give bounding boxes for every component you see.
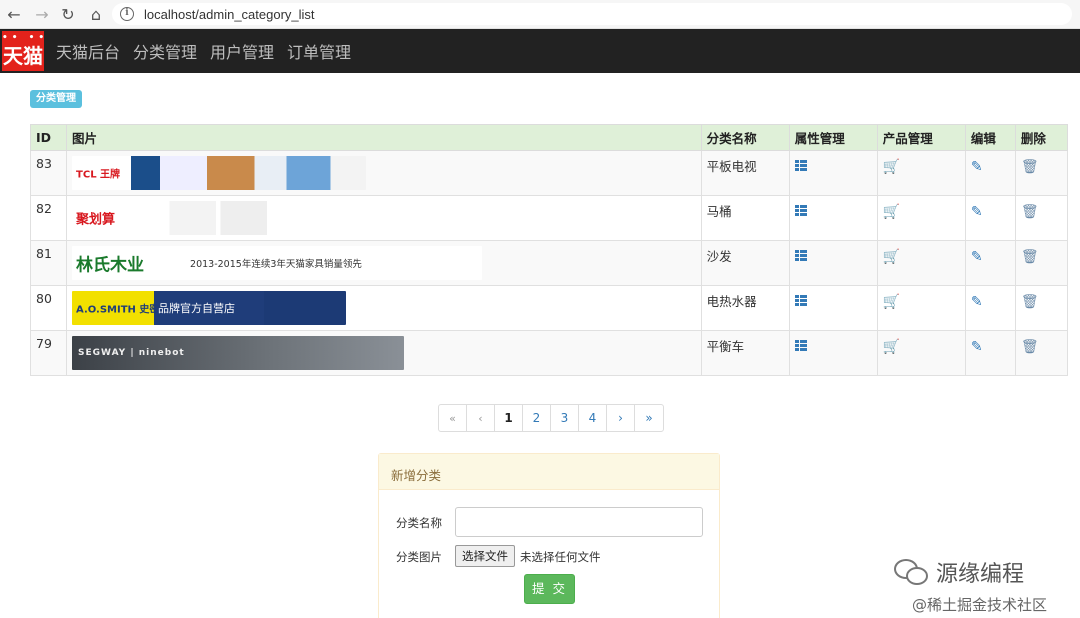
- add-category-panel: 新增分类 分类名称 分类图片 选择文件 未选择任何文件 提 交: [378, 453, 720, 618]
- property-list-icon[interactable]: [794, 160, 807, 171]
- category-table: ID 图片 分类名称 属性管理 产品管理 编辑 删除 83 TCL 王牌 平板电…: [29, 124, 1069, 376]
- nav-item-user[interactable]: 用户管理: [210, 39, 274, 63]
- row-image-cell: 聚划算: [66, 195, 702, 241]
- panel-title: 新增分类: [379, 454, 719, 490]
- pagination-last[interactable]: »: [635, 405, 663, 431]
- category-image: A.O.SMITH 史密斯 品牌官方自营店: [72, 291, 347, 325]
- reload-icon[interactable]: ↻: [58, 4, 78, 24]
- image-subcaption: 品牌官方自营店: [158, 302, 236, 315]
- tmall-logo[interactable]: •• •• 天猫: [2, 31, 44, 71]
- cart-icon[interactable]: 🛒: [883, 295, 900, 309]
- category-image: SEGWAY | ninebot: [72, 336, 405, 370]
- header-id: ID: [29, 124, 68, 151]
- row-category-name: 电热水器: [700, 285, 790, 331]
- trash-icon[interactable]: 🗑: [1021, 160, 1039, 174]
- image-caption: 林氏木业: [76, 255, 145, 276]
- row-image-cell: A.O.SMITH 史密斯 品牌官方自营店: [66, 285, 702, 331]
- pagination: « ‹ 1 2 3 4 › »: [438, 404, 664, 432]
- edit-icon[interactable]: ✎: [971, 160, 983, 174]
- table-row: 79 SEGWAY | ninebot 平衡车 🛒 ✎ 🗑: [29, 330, 1069, 376]
- category-name-input[interactable]: [455, 507, 703, 537]
- image-caption: 聚划算: [76, 212, 116, 228]
- cart-icon[interactable]: 🛒: [883, 205, 900, 219]
- name-label: 分类名称: [396, 516, 442, 530]
- row-category-name: 平衡车: [700, 330, 790, 376]
- property-list-icon[interactable]: [794, 340, 807, 351]
- watermark: 源缘编程: [894, 556, 1024, 588]
- row-id: 80: [29, 285, 68, 331]
- wechat-icon: [894, 559, 928, 585]
- image-caption: TCL 王牌: [76, 169, 121, 181]
- header-image: 图片: [66, 124, 702, 151]
- nav-item-admin-home[interactable]: 天猫后台: [56, 39, 120, 63]
- logo-text: 天猫: [3, 44, 43, 68]
- trash-icon[interactable]: 🗑: [1021, 205, 1039, 219]
- table-row: 83 TCL 王牌 平板电视 🛒 ✎ 🗑: [29, 150, 1069, 196]
- row-category-name: 沙发: [700, 240, 790, 286]
- edit-icon[interactable]: ✎: [971, 295, 983, 309]
- trash-icon[interactable]: 🗑: [1021, 295, 1039, 309]
- pagination-prev[interactable]: ‹: [467, 405, 495, 431]
- pagination-page-4[interactable]: 4: [579, 405, 607, 431]
- row-image-cell: 林氏木业 2013-2015年连续3年天猫家具销量领先: [66, 240, 702, 286]
- site-info-icon[interactable]: i: [120, 7, 134, 21]
- category-image: 林氏木业 2013-2015年连续3年天猫家具销量领先: [72, 246, 483, 280]
- row-id: 79: [29, 330, 68, 376]
- logo-eyes: •• ••: [2, 33, 49, 43]
- row-image-cell: SEGWAY | ninebot: [66, 330, 702, 376]
- table-row: 82 聚划算 马桶 🛒 ✎ 🗑: [29, 195, 1069, 241]
- property-list-icon[interactable]: [794, 295, 807, 306]
- image-label: 分类图片: [396, 550, 442, 564]
- image-caption: A.O.SMITH 史密斯: [76, 304, 170, 316]
- back-arrow-icon[interactable]: ←: [4, 4, 24, 24]
- edit-icon[interactable]: ✎: [971, 250, 983, 264]
- header-property-manage: 属性管理: [788, 124, 878, 151]
- trash-icon[interactable]: 🗑: [1021, 340, 1039, 354]
- table-header-row: ID 图片 分类名称 属性管理 产品管理 编辑 删除: [29, 124, 1069, 151]
- nav-item-category[interactable]: 分类管理: [133, 39, 197, 63]
- url-text: localhost/admin_category_list: [144, 6, 315, 22]
- cart-icon[interactable]: 🛒: [883, 340, 900, 354]
- browser-toolbar: ← → ↻ ⌂ i localhost/admin_category_list: [0, 0, 1080, 29]
- image-caption: SEGWAY | ninebot: [78, 348, 185, 358]
- edit-icon[interactable]: ✎: [971, 340, 983, 354]
- forward-arrow-icon[interactable]: →: [32, 4, 52, 24]
- address-bar[interactable]: i localhost/admin_category_list: [112, 3, 1072, 25]
- home-icon[interactable]: ⌂: [86, 4, 106, 24]
- edit-icon[interactable]: ✎: [971, 205, 983, 219]
- app-navbar: •• •• 天猫 天猫后台 分类管理 用户管理 订单管理: [0, 29, 1080, 73]
- image-subcaption: 2013-2015年连续3年天猫家具销量领先: [190, 259, 362, 270]
- category-image: TCL 王牌: [72, 156, 367, 190]
- cart-icon[interactable]: 🛒: [883, 160, 900, 174]
- header-edit: 编辑: [964, 124, 1016, 151]
- row-id: 82: [29, 195, 68, 241]
- row-category-name: 马桶: [700, 195, 790, 241]
- watermark-subtext: @稀土掘金技术社区: [912, 596, 1048, 614]
- table-row: 80 A.O.SMITH 史密斯 品牌官方自营店 电热水器 🛒 ✎ 🗑: [29, 285, 1069, 331]
- header-category-name: 分类名称: [700, 124, 790, 151]
- pagination-first[interactable]: «: [439, 405, 467, 431]
- row-id: 81: [29, 240, 68, 286]
- cart-icon[interactable]: 🛒: [883, 250, 900, 264]
- pagination-next[interactable]: ›: [607, 405, 635, 431]
- property-list-icon[interactable]: [794, 250, 807, 261]
- header-product-manage: 产品管理: [876, 124, 966, 151]
- property-list-icon[interactable]: [794, 205, 807, 216]
- pagination-page-3[interactable]: 3: [551, 405, 579, 431]
- trash-icon[interactable]: 🗑: [1021, 250, 1039, 264]
- header-delete: 删除: [1014, 124, 1069, 151]
- pagination-page-2[interactable]: 2: [523, 405, 551, 431]
- breadcrumb-badge: 分类管理: [30, 90, 82, 108]
- choose-file-button[interactable]: 选择文件: [455, 545, 515, 567]
- watermark-text: 源缘编程: [936, 562, 1025, 587]
- row-image-cell: TCL 王牌: [66, 150, 702, 196]
- table-row: 81 林氏木业 2013-2015年连续3年天猫家具销量领先 沙发 🛒 ✎ 🗑: [29, 240, 1069, 286]
- row-category-name: 平板电视: [700, 150, 790, 196]
- nav-item-order[interactable]: 订单管理: [287, 39, 351, 63]
- file-status-text: 未选择任何文件: [520, 550, 601, 564]
- row-id: 83: [29, 150, 68, 196]
- category-image: 聚划算: [72, 201, 305, 235]
- submit-button[interactable]: 提 交: [524, 574, 575, 604]
- pagination-page-1[interactable]: 1: [495, 405, 523, 431]
